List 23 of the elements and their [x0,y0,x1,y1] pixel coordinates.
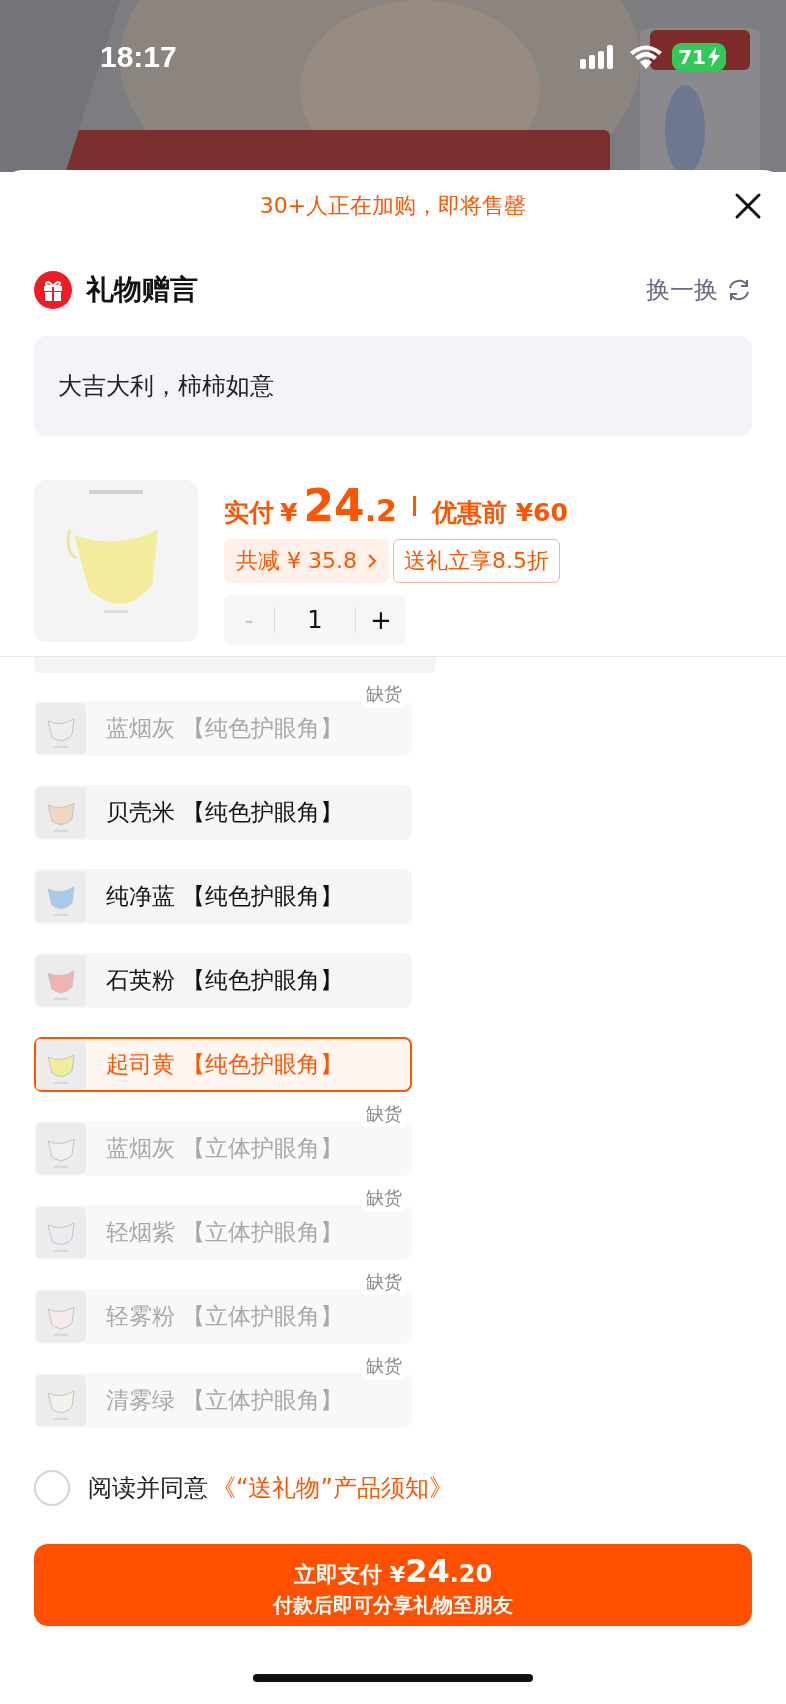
option-item[interactable]: 贝壳米 【纯色护眼角】 [34,785,412,840]
gift-discount-tag: 送礼立享8.5折 [392,539,560,583]
option-item[interactable]: 石英粉 【纯色护眼角】 [34,953,412,1008]
terms-link[interactable]: 《“送礼物”产品须知》 [212,1472,453,1504]
status-time: 18:17 [100,40,177,74]
discount-button[interactable]: 共减 ¥ 35.8 [224,539,389,583]
wifi-icon [630,45,663,69]
battery-indicator: 71 [672,43,726,71]
urgency-notice: 30+人正在加购，即将售罄 [259,192,527,220]
section-title: 礼物赠言 [86,272,198,308]
gift-icon [34,271,72,309]
gift-message-field[interactable]: 大吉大利，柿柿如意 [34,336,752,436]
refresh-button[interactable]: 换一换 [646,274,752,306]
refresh-icon [726,277,752,303]
price-text: 实付 ¥24.2 优惠前 ¥60 [224,480,568,531]
agreement-text: 阅读并同意 [88,1473,208,1504]
pay-button[interactable]: 立即支付 ¥24.20 付款后即可分享礼物至朋友 [34,1544,752,1626]
quantity-value: 1 [274,607,356,633]
plus-button[interactable]: + [356,595,406,645]
option-item[interactable]: 纯净蓝 【纯色护眼角】 [34,869,412,924]
chevron-icon [366,553,377,569]
option-item[interactable]: 起司黄 【纯色护眼角】 [34,1037,412,1092]
agree-checkbox[interactable] [34,1470,70,1506]
